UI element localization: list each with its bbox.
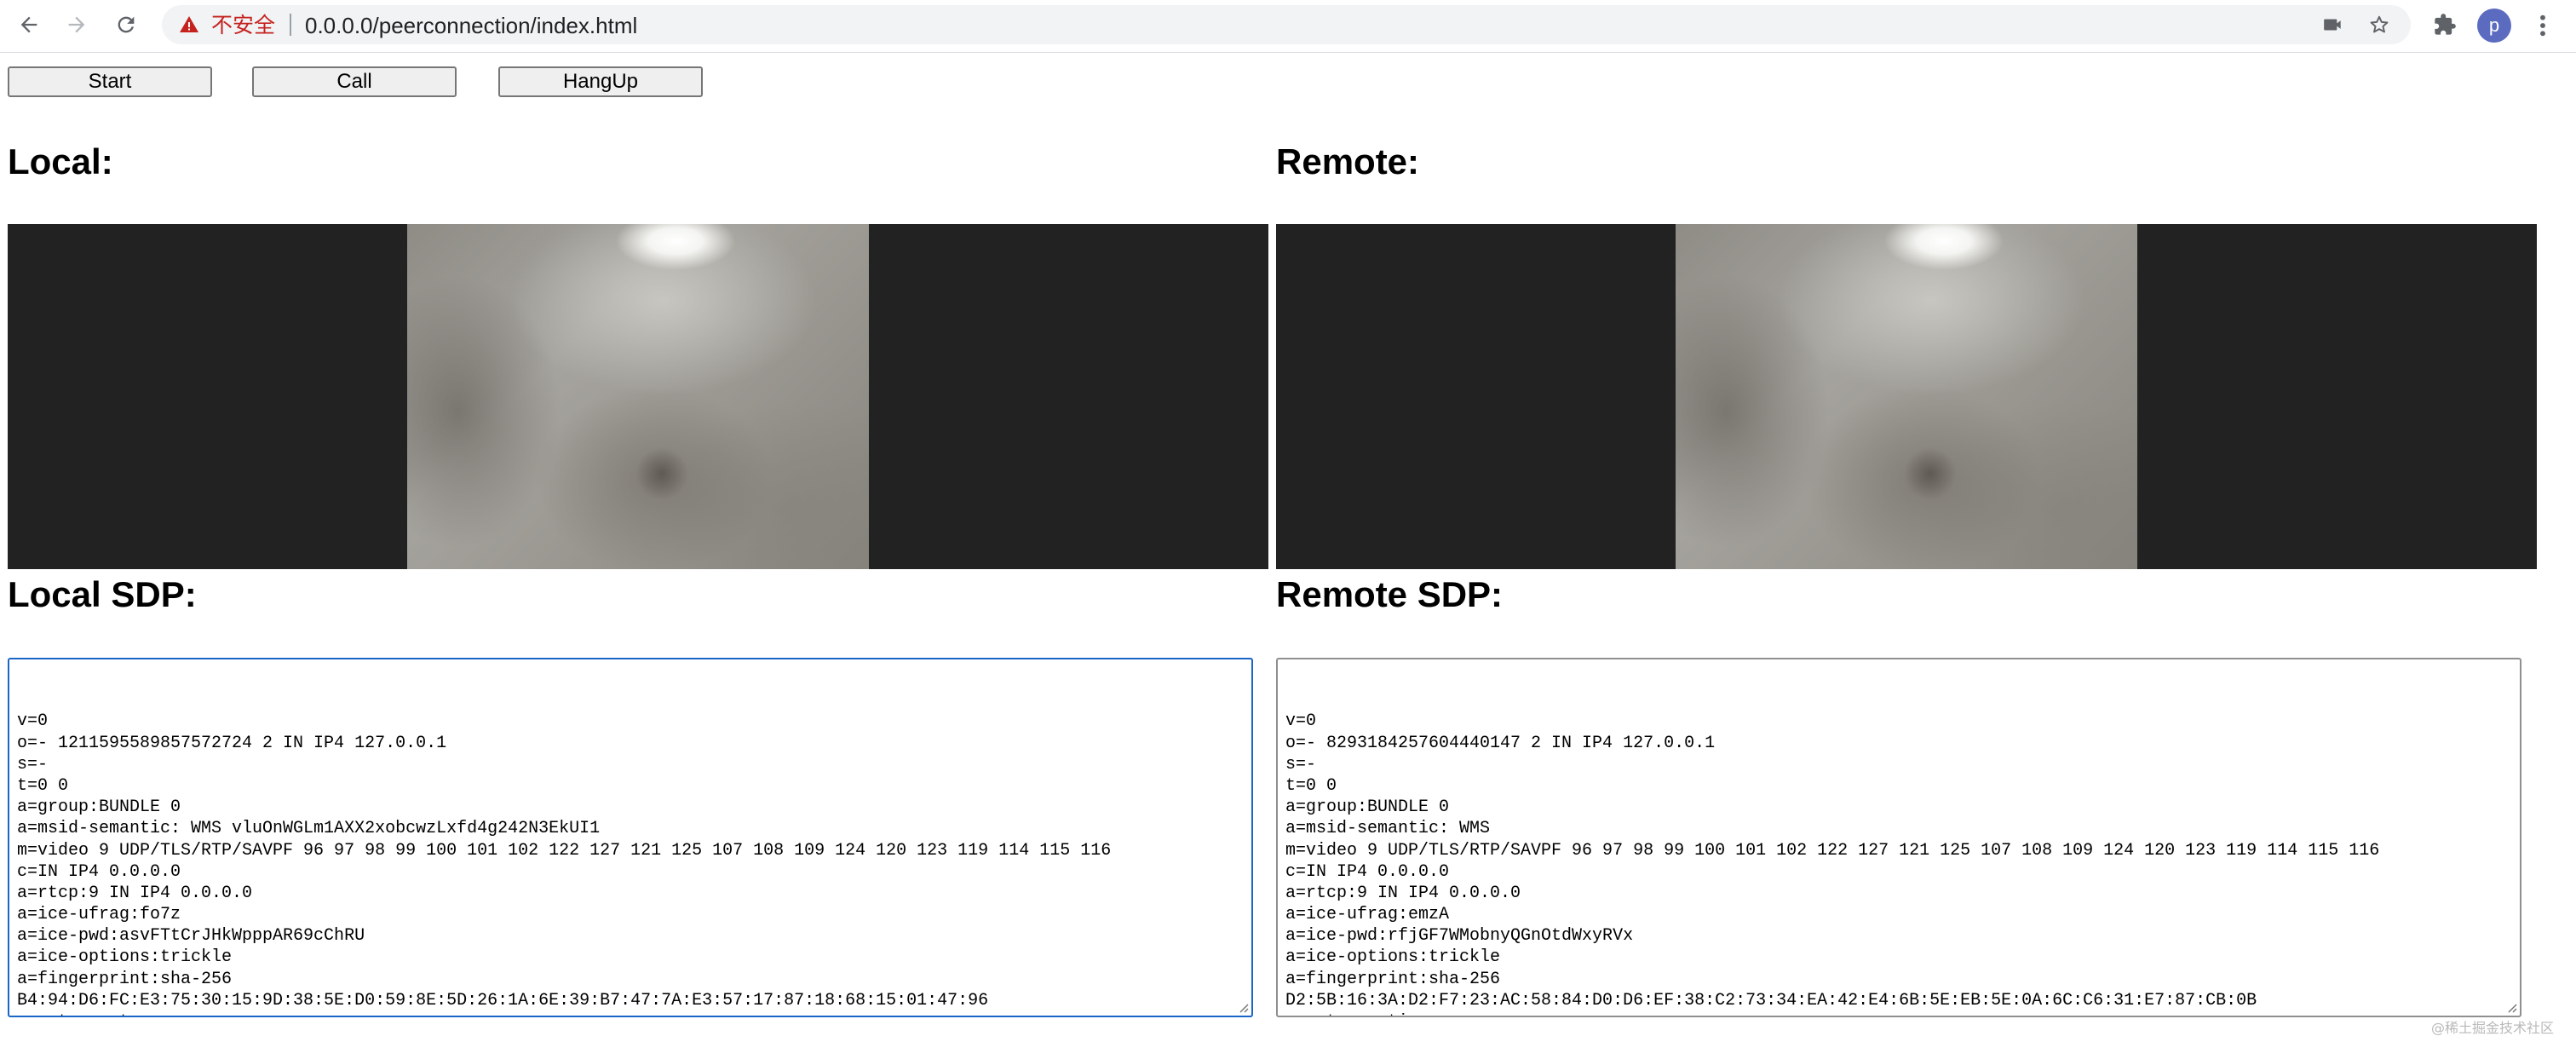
local-sdp-line: v=0 [17,711,49,732]
local-video-frame [407,224,869,569]
local-sdp-textarea[interactable]: v=0 o=- 1211595589857572724 2 IN IP4 127.… [8,658,1253,1017]
forward-arrow-icon[interactable] [60,8,94,42]
reload-icon[interactable] [109,8,143,42]
local-sdp-line: a=setup:actpass [17,1011,1244,1016]
profile-avatar[interactable]: p [2477,9,2511,43]
local-sdp-line: a=fingerprint:sha-256 [17,969,233,989]
omnibox-divider [290,14,291,36]
remote-sdp-lines: v=0 o=- 8293184257604440147 2 IN IP4 127.… [1285,711,2512,1016]
local-sdp-line: B4:94:D6:FC:E3:75:30:15:9D:38:5E:D0:59:8… [17,990,989,1010]
start-button[interactable]: Start [8,66,212,97]
remote-sdp-line: a=fingerprint:sha-256 [1285,969,1501,989]
local-sdp-line: o=- 1211595589857572724 2 IN IP4 127.0.0… [17,733,447,753]
remote-sdp-line: a=rtcp:9 IN IP4 0.0.0.0 [1285,883,1521,903]
warning-icon[interactable] [179,14,199,35]
local-sdp-lines: v=0 o=- 1211595589857572724 2 IN IP4 127.… [17,711,1244,1016]
resize-handle-icon[interactable] [2505,1001,2517,1013]
remote-heading: Remote: [1276,141,1420,181]
local-sdp-line: t=0 0 [17,775,69,796]
remote-sdp-line: a=msid-semantic: WMS [1285,819,1491,839]
hangup-button[interactable]: HangUp [498,66,703,97]
remote-sdp-line: v=0 [1285,711,1317,732]
local-sdp-line: a=ice-options:trickle [17,947,233,968]
remote-sdp-line: a=ice-ufrag:emzA [1285,905,1450,925]
remote-sdp-line: t=0 0 [1285,775,1337,796]
call-button[interactable]: Call [252,66,457,97]
remote-sdp-line: a=setup:active [1285,1011,2512,1016]
back-arrow-icon[interactable] [12,8,46,42]
remote-sdp-line: m=video 9 UDP/TLS/RTP/SAVPF 96 97 98 99 … [1285,840,2380,861]
address-bar[interactable]: 不安全 0.0.0.0/peerconnection/index.html [162,5,2411,44]
remote-sdp-line: D2:5B:16:3A:D2:F7:23:AC:58:84:D0:D6:EF:3… [1285,990,2257,1010]
browser-toolbar: 不安全 0.0.0.0/peerconnection/index.html p [0,0,2576,53]
local-sdp-line: a=ice-pwd:asvFTtCrJHkWpppAR69cChRU [17,926,365,947]
watermark: @稀土掘金技术社区 [2431,1020,2555,1036]
remote-sdp-line: a=ice-options:trickle [1285,947,1501,968]
puzzle-icon[interactable] [2433,13,2457,37]
local-video [8,224,1268,569]
star-icon[interactable] [2368,14,2390,36]
remote-sdp-heading: Remote SDP: [1276,574,1504,614]
url-text[interactable]: 0.0.0.0/peerconnection/index.html [305,14,637,37]
local-sdp-heading: Local SDP: [8,574,197,614]
remote-sdp-line: a=group:BUNDLE 0 [1285,797,1450,818]
menu-dots-icon[interactable] [2532,12,2554,39]
resize-handle-icon[interactable] [1237,1001,1249,1013]
insecure-label[interactable]: 不安全 [211,14,275,36]
remote-sdp-line: s=- [1285,754,1317,774]
local-heading: Local: [8,141,113,181]
local-sdp-line: a=rtcp:9 IN IP4 0.0.0.0 [17,883,253,903]
local-sdp-line: a=msid-semantic: WMS vluOnWGLm1AXX2xobcw… [17,819,601,839]
remote-video [1276,224,2537,569]
local-sdp-line: a=group:BUNDLE 0 [17,797,181,818]
local-sdp-line: s=- [17,754,49,774]
remote-sdp-textarea[interactable]: v=0 o=- 8293184257604440147 2 IN IP4 127.… [1276,658,2521,1017]
remote-sdp-line: a=ice-pwd:rfjGF7WMobnyQGnOtdWxyRVx [1285,926,1634,947]
local-sdp-line: m=video 9 UDP/TLS/RTP/SAVPF 96 97 98 99 … [17,840,1112,861]
local-sdp-line: a=ice-ufrag:fo7z [17,905,181,925]
camera-icon[interactable] [2322,14,2344,36]
remote-video-frame [1676,224,2137,569]
remote-sdp-line: c=IN IP4 0.0.0.0 [1285,861,1450,882]
local-sdp-line: c=IN IP4 0.0.0.0 [17,861,181,882]
remote-sdp-line: o=- 8293184257604440147 2 IN IP4 127.0.0… [1285,733,1716,753]
